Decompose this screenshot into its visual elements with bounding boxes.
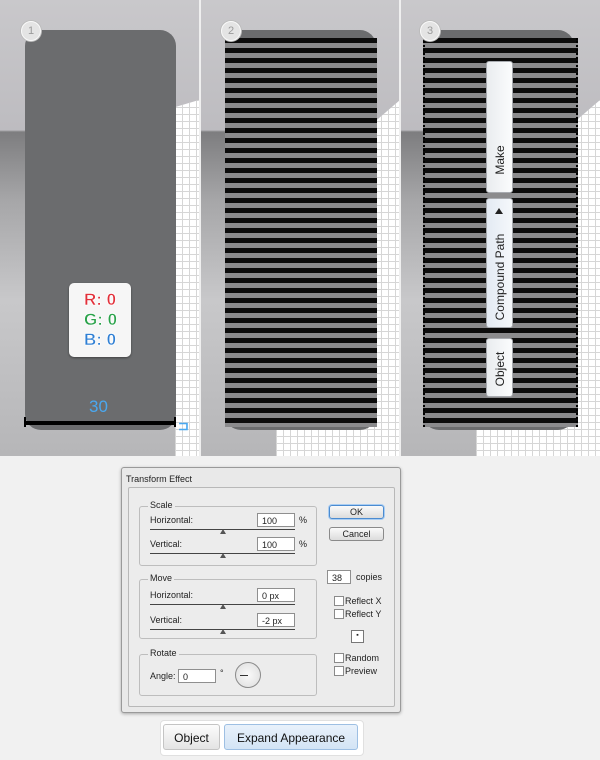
blue-value: B: 0 [84, 330, 117, 350]
angle-input[interactable]: 0 [178, 669, 216, 683]
line-endpoint-left [24, 417, 26, 427]
menu-item-make[interactable]: Make [486, 61, 513, 193]
width-measure-label: 30 [89, 397, 108, 416]
black-line [24, 421, 176, 425]
step-badge: 3 [420, 21, 440, 41]
reflect-y-label: Reflect Y [345, 609, 382, 619]
step-badge: 1 [21, 21, 41, 41]
reflect-x-checkbox[interactable] [334, 596, 344, 606]
percent-unit: % [299, 539, 308, 549]
slider-thumb[interactable] [220, 629, 226, 634]
scale-horizontal-label: Horizontal: [150, 515, 194, 525]
dialog-body: Scale Horizontal: 100 % Vertical: 100 % … [128, 487, 395, 707]
preview-label: Preview [345, 666, 378, 676]
move-vertical-label: Vertical: [150, 615, 183, 625]
move-group: Move Horizontal: 0 px Vertical: -2 px [139, 573, 317, 639]
scale-legend: Scale [148, 500, 175, 510]
slider-thumb[interactable] [220, 553, 226, 558]
slider-thumb[interactable] [220, 604, 226, 609]
reflect-y-checkbox[interactable] [334, 609, 344, 619]
reference-point-icon[interactable]: ▪ [351, 630, 364, 643]
submenu-arrow-icon [495, 208, 503, 214]
rotate-legend: Rotate [148, 648, 179, 658]
copies-input[interactable]: 38 [327, 570, 351, 584]
copies-label: copies [356, 572, 383, 582]
angle-label: Angle: [150, 671, 176, 681]
dialog-title: Transform Effect [126, 474, 193, 484]
menu-item-object-label: Object [492, 351, 507, 387]
move-vertical-input[interactable]: -2 px [257, 613, 295, 627]
rgb-color-box: R: 0 G: 0 B: 0 [69, 283, 131, 357]
green-value: G: 0 [84, 310, 118, 330]
scale-horizontal-input[interactable]: 100 [257, 513, 295, 527]
random-checkbox[interactable] [334, 653, 344, 663]
reflect-x-label: Reflect X [345, 596, 382, 606]
line-endpoint-right [174, 417, 176, 427]
step-2-panel: 2 [201, 0, 400, 456]
degree-symbol: ° [220, 668, 224, 678]
cancel-button[interactable]: Cancel [329, 527, 384, 541]
ok-button[interactable]: OK [329, 505, 384, 519]
step-badge: 2 [221, 21, 241, 41]
height-marker-icon: ⊐ [178, 418, 189, 433]
angle-dial[interactable] [235, 662, 261, 688]
pixel-grid [175, 100, 199, 456]
red-value: R: 0 [84, 290, 117, 310]
gray-rounded-rectangle [25, 30, 176, 430]
menu-item-object[interactable]: Object [486, 338, 513, 397]
menu-item-compound-path-label: Compound Path [492, 233, 507, 321]
transform-effect-dialog: Transform Effect Scale Horizontal: 100 %… [121, 467, 401, 713]
object-menu-button[interactable]: Object [163, 724, 220, 750]
move-horizontal-label: Horizontal: [150, 590, 194, 600]
move-horizontal-input[interactable]: 0 px [257, 588, 295, 602]
scale-vertical-label: Vertical: [150, 539, 183, 549]
percent-unit: % [299, 515, 308, 525]
move-legend: Move [148, 573, 175, 583]
slider-thumb[interactable] [220, 529, 226, 534]
horizontal-stripes [225, 38, 377, 427]
step-1-panel: 1 R: 0 G: 0 B: 0 30 ⊐ [0, 0, 199, 456]
rotate-group: Rotate Angle: 0 ° [139, 648, 317, 696]
preview-checkbox[interactable] [334, 666, 344, 676]
random-label: Random [345, 653, 380, 663]
menu-item-compound-path[interactable]: Compound Path [486, 198, 513, 328]
scale-vertical-input[interactable]: 100 [257, 537, 295, 551]
expand-appearance-button[interactable]: Expand Appearance [224, 724, 358, 750]
scale-group: Scale Horizontal: 100 % Vertical: 100 % [139, 500, 317, 566]
menu-item-make-label: Make [492, 145, 507, 175]
